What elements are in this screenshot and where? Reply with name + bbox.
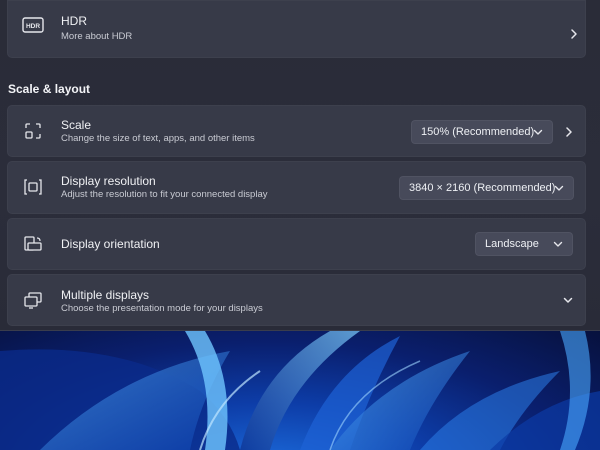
resolution-icon	[22, 176, 44, 198]
display-resolution-title: Display resolution	[61, 174, 156, 188]
hdr-title: HDR	[61, 14, 87, 28]
desktop-wallpaper	[0, 331, 600, 450]
screen: HDR HDR More about HDR Scale & layout Sc…	[0, 0, 600, 450]
chevron-down-icon	[554, 185, 564, 191]
orientation-icon	[22, 233, 44, 255]
settings-panel: HDR HDR More about HDR Scale & layout Sc…	[0, 0, 600, 331]
scale-dropdown[interactable]: 150% (Recommended)	[411, 120, 553, 144]
wallpaper-bloom-image	[0, 331, 600, 450]
chevron-right-icon[interactable]	[568, 28, 580, 40]
hdr-icon: HDR	[22, 14, 44, 36]
scale-title: Scale	[61, 118, 92, 132]
display-resolution-value: 3840 × 2160 (Recommended)	[409, 182, 556, 194]
scale-dropdown-value: 150% (Recommended)	[421, 126, 535, 138]
display-orientation-dropdown[interactable]: Landscape	[475, 232, 573, 256]
hdr-icon-text: HDR	[26, 23, 40, 30]
display-resolution-subtitle: Adjust the resolution to fit your connec…	[61, 189, 268, 200]
scale-card[interactable]: Scale Change the size of text, apps, and…	[7, 105, 586, 157]
display-resolution-dropdown[interactable]: 3840 × 2160 (Recommended)	[399, 176, 574, 200]
multiple-displays-icon	[22, 289, 44, 311]
display-orientation-card[interactable]: Display orientation Landscape	[7, 218, 586, 270]
display-orientation-value: Landscape	[485, 238, 539, 250]
multiple-displays-title: Multiple displays	[61, 288, 150, 302]
display-orientation-title: Display orientation	[61, 237, 160, 251]
multiple-displays-subtitle: Choose the presentation mode for your di…	[61, 303, 263, 314]
hdr-card[interactable]: HDR HDR More about HDR	[7, 0, 586, 58]
chevron-down-icon[interactable]	[562, 294, 574, 306]
display-resolution-card[interactable]: Display resolution Adjust the resolution…	[7, 161, 586, 214]
section-header-scale-layout: Scale & layout	[8, 82, 91, 96]
chevron-right-icon[interactable]	[563, 126, 575, 138]
chevron-down-icon	[553, 241, 563, 247]
scale-subtitle: Change the size of text, apps, and other…	[61, 133, 255, 144]
scale-icon	[22, 120, 44, 142]
multiple-displays-card[interactable]: Multiple displays Choose the presentatio…	[7, 274, 586, 326]
chevron-down-icon	[533, 129, 543, 135]
hdr-subtitle[interactable]: More about HDR	[61, 31, 132, 42]
